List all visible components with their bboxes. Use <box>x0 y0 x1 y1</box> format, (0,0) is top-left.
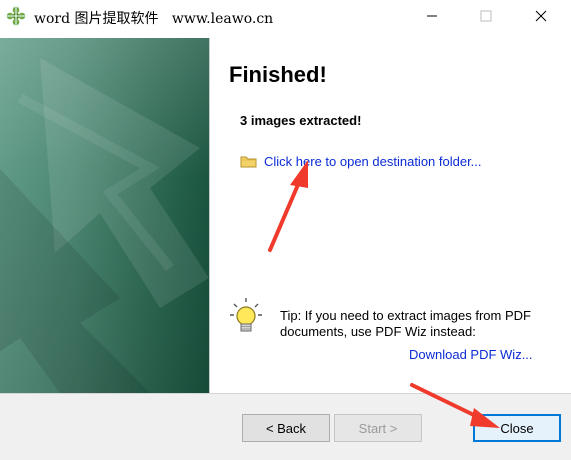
title-bar: word 图片提取软件 www.leawo.cn <box>0 0 571 32</box>
tip-text: Tip: If you need to extract images from … <box>280 308 531 339</box>
lightbulb-icon <box>230 298 262 332</box>
banner-divider <box>209 38 210 393</box>
result-message: 3 images extracted! <box>240 113 362 128</box>
close-button[interactable]: Close <box>473 414 561 442</box>
window-title: word 图片提取软件 www.leawo.cn <box>34 11 274 27</box>
maximize-button[interactable] <box>463 0 509 32</box>
banner-arrows-graphic <box>0 58 209 393</box>
open-destination-folder-link[interactable]: Click here to open destination folder... <box>240 152 482 170</box>
folder-icon <box>240 156 257 167</box>
minimize-button[interactable] <box>409 0 455 32</box>
back-button[interactable]: < Back <box>242 414 330 442</box>
grid-app-icon <box>6 6 26 26</box>
download-pdf-wiz-link[interactable]: Download PDF Wiz... <box>409 347 533 362</box>
close-icon <box>535 10 547 22</box>
close-window-button[interactable] <box>518 0 564 32</box>
arrow-to-folder-link <box>268 160 308 252</box>
start-button[interactable]: Start > <box>334 414 422 442</box>
maximize-icon <box>480 10 492 22</box>
wizard-banner <box>0 38 209 393</box>
folder-link-label: Click here to open destination folder... <box>264 153 482 169</box>
minimize-icon <box>427 15 437 17</box>
page-title: Finished! <box>229 62 327 87</box>
